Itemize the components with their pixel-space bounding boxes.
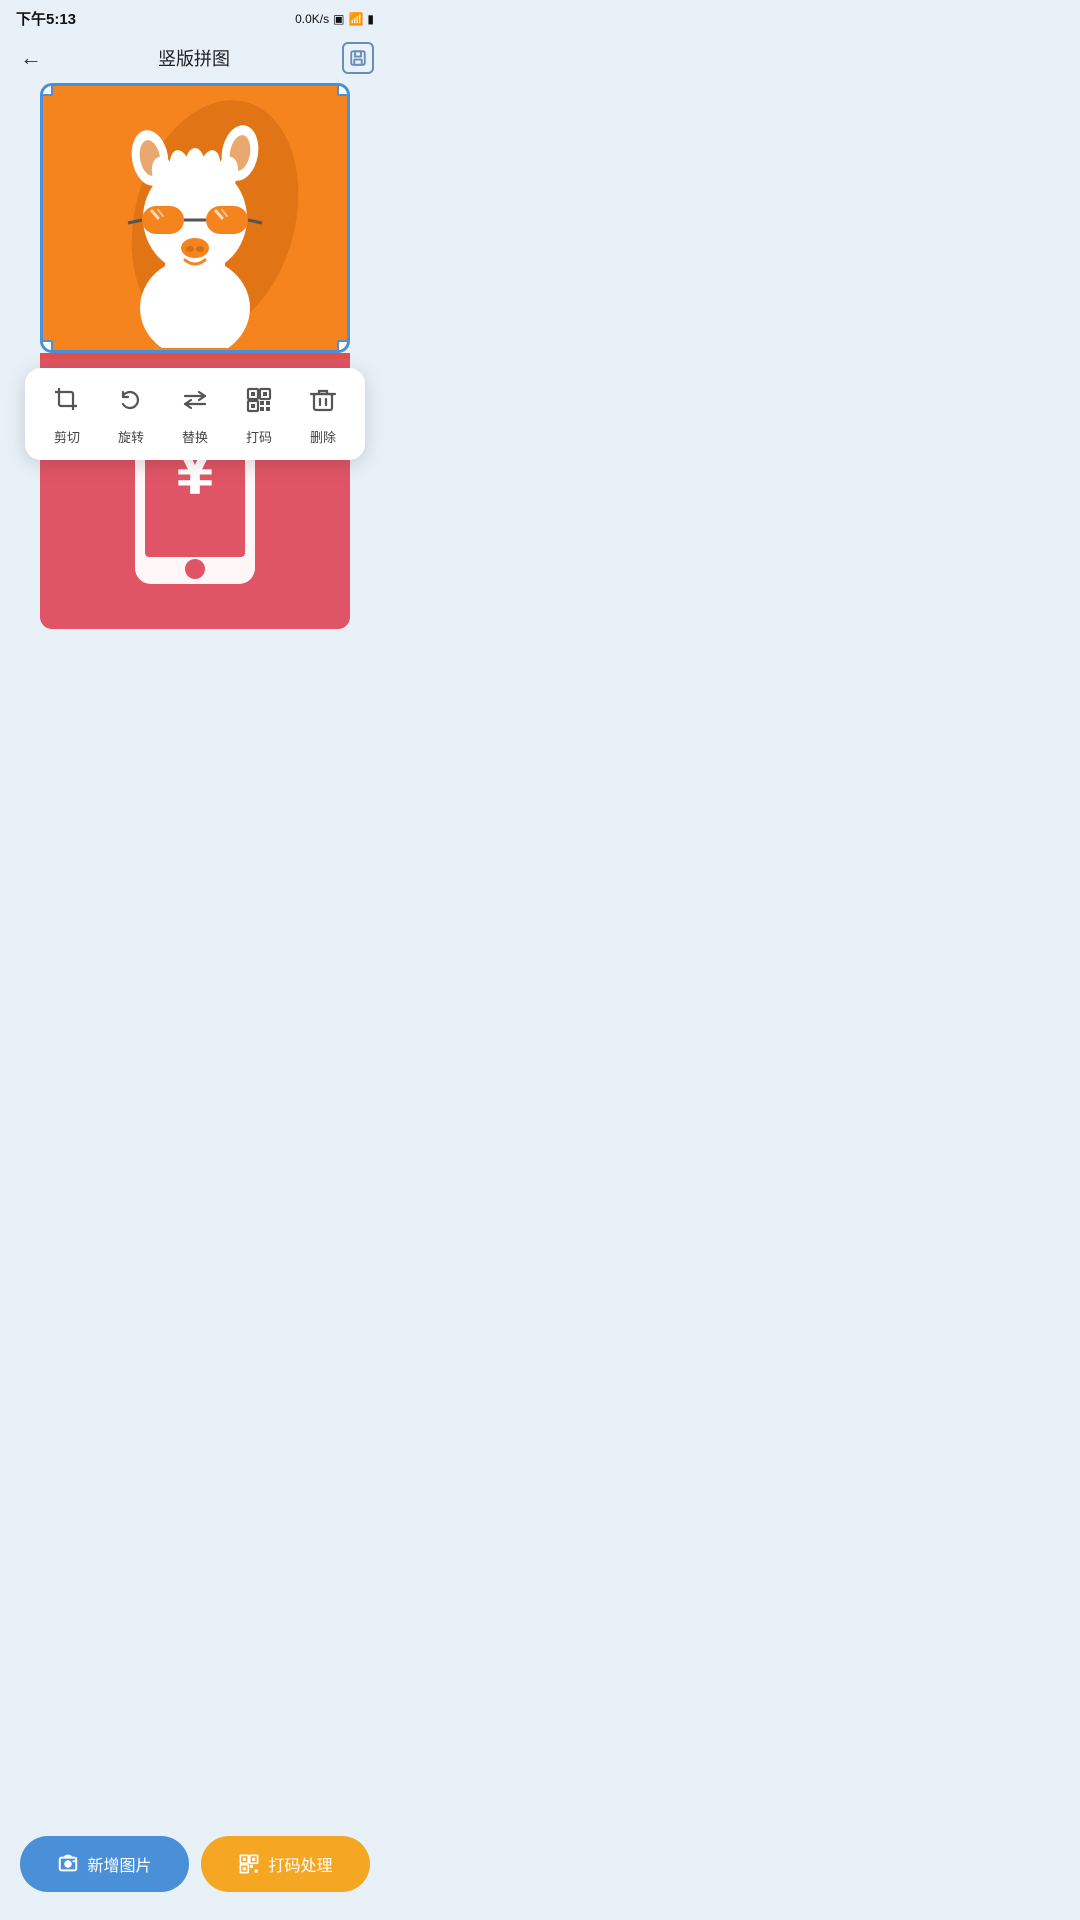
image-slot-1[interactable] bbox=[40, 83, 350, 353]
add-photo-label: 新增图片 bbox=[87, 1852, 151, 1876]
page-title: 竖版拼图 bbox=[158, 45, 230, 71]
toolbar-item-rotate[interactable]: 旋转 bbox=[99, 386, 163, 446]
qr-process-button[interactable]: 打码处理 bbox=[201, 1836, 370, 1892]
crop-icon bbox=[53, 386, 81, 419]
add-photo-button[interactable]: 新增图片 bbox=[20, 1836, 189, 1892]
toolbar-item-replace[interactable]: 替换 bbox=[163, 386, 227, 446]
crop-label: 剪切 bbox=[54, 427, 80, 446]
wifi-icon: 📶 bbox=[348, 12, 363, 26]
toolbar-item-delete[interactable]: 删除 bbox=[291, 386, 355, 446]
qr-process-icon bbox=[238, 1853, 260, 1875]
qr-process-label: 打码处理 bbox=[268, 1852, 332, 1876]
delete-label: 删除 bbox=[310, 427, 336, 446]
alpaca-svg bbox=[70, 88, 320, 348]
handle-bottom-right[interactable] bbox=[337, 340, 349, 352]
replace-label: 替换 bbox=[182, 427, 208, 446]
rotate-label: 旋转 bbox=[118, 427, 144, 446]
alpaca-image bbox=[43, 86, 347, 350]
rotate-icon bbox=[117, 386, 145, 419]
battery-icon: ▣ bbox=[333, 12, 344, 26]
status-icons: 0.0K/s ▣ 📶 ▮ bbox=[295, 12, 374, 26]
bottom-action-bar: 新增图片 打码处理 bbox=[0, 1820, 390, 1920]
add-photo-icon bbox=[57, 1853, 79, 1875]
back-button[interactable]: ← bbox=[16, 41, 46, 75]
handle-top-right[interactable] bbox=[337, 84, 349, 96]
save-button[interactable] bbox=[342, 42, 374, 74]
network-speed: 0.0K/s bbox=[295, 12, 329, 26]
qrcode-icon bbox=[245, 386, 273, 419]
replace-icon bbox=[181, 386, 209, 419]
toolbar-item-qrcode[interactable]: 打码 bbox=[227, 386, 291, 446]
section-divider bbox=[40, 353, 350, 359]
status-time: 下午5:13 bbox=[16, 8, 76, 29]
handle-bottom-left[interactable] bbox=[41, 340, 53, 352]
handle-top-left[interactable] bbox=[41, 84, 53, 96]
toolbar-popup: 剪切 旋转 替换 bbox=[25, 368, 365, 460]
toolbar-item-crop[interactable]: 剪切 bbox=[35, 386, 99, 446]
nav-bar: ← 竖版拼图 bbox=[0, 33, 390, 83]
save-icon bbox=[349, 49, 367, 67]
status-bar: 下午5:13 0.0K/s ▣ 📶 ▮ bbox=[0, 0, 390, 33]
qrcode-label: 打码 bbox=[246, 427, 272, 446]
battery-level: ▮ bbox=[367, 12, 374, 26]
delete-icon bbox=[309, 386, 337, 419]
canvas-area: ¥ 剪切 旋转 bbox=[0, 83, 390, 629]
